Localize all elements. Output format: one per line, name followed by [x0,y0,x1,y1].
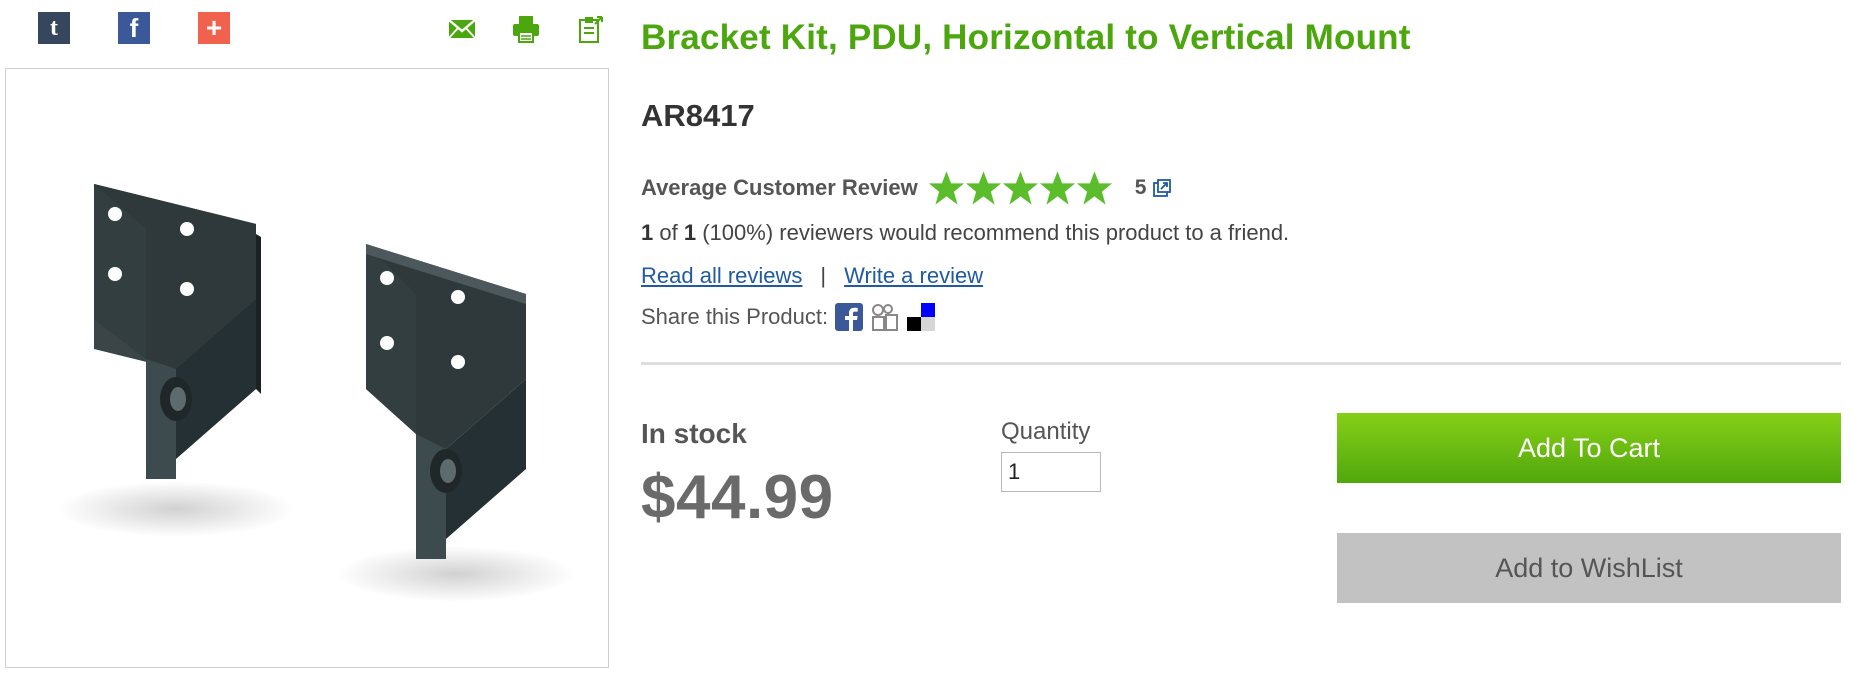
link-separator: | [820,263,827,288]
facebook-icon[interactable] [834,302,864,332]
review-summary: Average Customer Review 5 [641,170,1172,206]
product-sku: AR8417 [641,98,755,133]
star-icon [928,171,964,205]
star-icon [965,171,1001,205]
recommend-summary: 1 of 1 (100%) reviewers would recommend … [641,220,1289,246]
star-icon [1039,171,1075,205]
print-icon[interactable] [511,14,541,44]
section-divider [641,362,1841,365]
facebook-share-icon[interactable]: f [118,12,150,44]
quantity-input[interactable] [1001,452,1101,492]
facebook-glyph: f [129,12,139,43]
review-links: Read all reviews | Write a review [641,263,983,289]
addthis-glyph: + [205,12,223,43]
share-label: Share this Product: [641,304,829,329]
add-to-wishlist-button[interactable]: Add to WishList [1337,533,1841,603]
product-title: Bracket Kit, PDU, Horizontal to Vertical… [641,18,1411,57]
recommend-text: (100%) reviewers would recommend this pr… [702,220,1290,245]
star-icon [1076,171,1112,205]
email-icon[interactable] [447,14,477,44]
recommend-count: 1 [641,220,654,245]
star-rating [928,170,1113,206]
product-price: $44.99 [641,463,834,532]
tumblr-share-icon[interactable]: t [38,12,70,44]
social-toolbar: t f + [0,12,612,52]
rating-value: 5 [1134,176,1147,199]
addthis-share-icon[interactable]: + [198,12,230,44]
bracket-left [94,184,261,479]
myspace-icon[interactable] [870,302,900,332]
external-link-icon[interactable] [1152,178,1172,198]
star-icon [1002,171,1038,205]
read-all-reviews-link[interactable]: Read all reviews [641,263,802,289]
recommend-total: 1 [683,220,697,245]
delicious-icon[interactable] [906,302,936,332]
stock-status: In stock [641,418,747,449]
bracket-right [366,244,526,559]
tumblr-glyph: t [50,14,58,41]
write-review-link[interactable]: Write a review [844,263,983,289]
review-label: Average Customer Review [641,175,918,200]
clipboard-icon[interactable] [575,14,605,44]
quantity-label: Quantity [1001,418,1091,445]
product-image [56,184,576,602]
share-product: Share this Product: [641,300,936,334]
product-image-frame[interactable] [5,68,609,668]
add-to-cart-button[interactable]: Add To Cart [1337,413,1841,483]
recommend-of: of [659,220,678,245]
